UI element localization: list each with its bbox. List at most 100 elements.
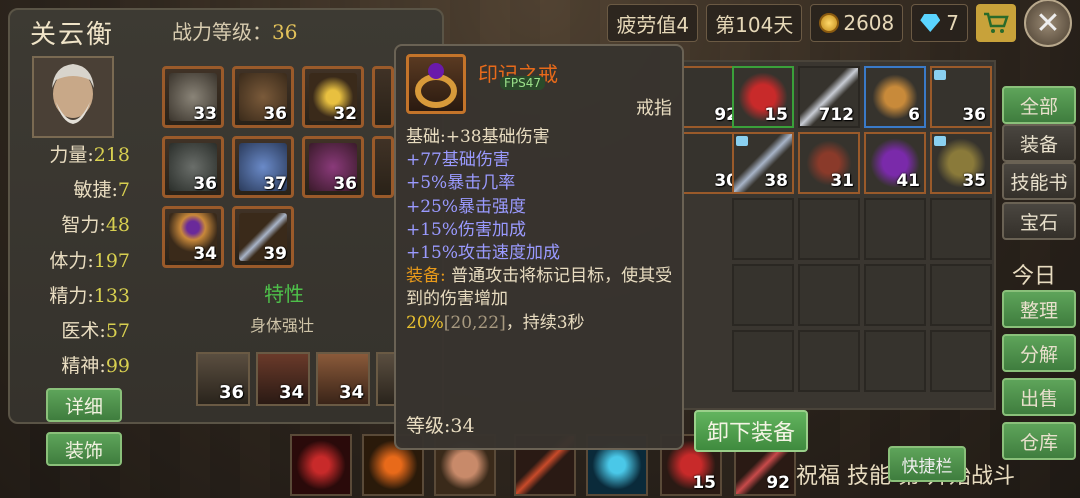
equip-slot-partial[interactable]: [372, 66, 394, 128]
item-tooltip: 印记之戒 FPS47 戒指 基础:+38基础伤害 +77基础伤害 +5%暴击几率…: [394, 44, 684, 450]
stat-name: 敏捷:: [73, 179, 118, 202]
equip-slot-amulet[interactable]: 32: [302, 66, 364, 128]
inventory-empty-slot[interactable]: [930, 264, 992, 326]
disassemble-button[interactable]: 分解: [1002, 334, 1076, 372]
unequip-button[interactable]: 卸下装备: [694, 410, 808, 452]
stat-name: 智力:: [61, 214, 106, 237]
attribute-line: +15%攻击速度加成: [406, 243, 561, 264]
stat-value: 99: [105, 355, 130, 378]
power-label: 战力等级：: [172, 20, 272, 44]
day-text: 第104天: [715, 12, 794, 37]
inventory-empty-slot[interactable]: [732, 264, 794, 326]
stat-value: 133: [93, 284, 130, 307]
item-level: 39: [263, 244, 287, 264]
tab-gems[interactable]: 宝石: [1002, 202, 1076, 240]
tab-all[interactable]: 全部: [1002, 86, 1076, 124]
equip-slot-helmet[interactable]: 33: [162, 66, 224, 128]
equip-duration: ，持续3秒: [505, 312, 585, 333]
stats-list: 力量: 218 敏捷: 7 智力: 48 体力: 197 精力: 133 医术: 57 精神…: [20, 138, 130, 384]
item-level: 32: [333, 104, 357, 124]
item-level: 36: [962, 105, 986, 125]
equip-slot-weapon[interactable]: 39: [232, 206, 294, 268]
stat-name: 精神:: [61, 355, 106, 378]
attribute-line: +25%暴击强度: [406, 196, 527, 217]
inventory-item-ring[interactable]: 6: [864, 66, 926, 128]
inventory-empty-slot[interactable]: [864, 264, 926, 326]
equip-effect-values: 20%[20,22]，持续3秒: [406, 312, 678, 335]
sort-button[interactable]: 整理: [1002, 290, 1076, 328]
detail-button[interactable]: 详细: [46, 388, 122, 422]
inventory-empty-slot[interactable]: [930, 198, 992, 260]
attribute-line: +77基础伤害: [406, 150, 510, 171]
lock-icon: [934, 70, 946, 80]
inventory-empty-slot[interactable]: [798, 330, 860, 392]
power-value: 36: [272, 20, 298, 44]
hero-avatar[interactable]: 36: [196, 352, 250, 406]
gold-display: 2608: [810, 4, 904, 42]
character-portrait[interactable]: [32, 56, 114, 138]
item-level-requirement: 等级:34: [406, 415, 475, 437]
inventory-item-blades[interactable]: 712: [798, 66, 860, 128]
inventory-item-orb[interactable]: 41: [864, 132, 926, 194]
decoration-button[interactable]: 装饰: [46, 432, 122, 466]
shop-button[interactable]: [976, 4, 1016, 42]
equip-slot-ring[interactable]: 34: [162, 206, 224, 268]
quick-bar-button[interactable]: 快捷栏: [888, 446, 966, 482]
tab-equipment[interactable]: 装备: [1002, 124, 1076, 162]
stat-value: 57: [105, 320, 130, 343]
inventory-item-sword[interactable]: 38: [732, 132, 794, 194]
stat-value: 48: [105, 214, 130, 237]
item-count: 92: [766, 473, 790, 493]
item-count: 15: [692, 473, 716, 493]
inventory-item-potion[interactable]: 15: [732, 66, 794, 128]
inventory-empty-slot[interactable]: [732, 198, 794, 260]
base-stat: 基础:+38基础伤害: [406, 127, 550, 147]
tab-skill-books[interactable]: 技能书: [1002, 162, 1076, 200]
hero-avatar-partial[interactable]: [376, 352, 396, 406]
inventory-empty-slot[interactable]: [864, 330, 926, 392]
inventory-item-sickle[interactable]: 36: [930, 66, 992, 128]
inventory-empty-slot[interactable]: [798, 264, 860, 326]
inventory-empty-slot[interactable]: [930, 330, 992, 392]
equip-slot-shield[interactable]: 36: [232, 66, 294, 128]
gold-amount: 2608: [843, 11, 895, 35]
equip-slot-boots[interactable]: 36: [302, 136, 364, 198]
ring-image: [415, 63, 457, 108]
hero-level: 34: [278, 382, 304, 403]
equip-slot-chest[interactable]: 37: [232, 136, 294, 198]
stat-value: 218: [93, 144, 130, 166]
character-name: 关云衡: [30, 20, 115, 50]
today-label: 今日: [1012, 264, 1057, 289]
item-level: 34: [193, 244, 217, 264]
item-stats: 基础:+38基础伤害 +77基础伤害 +5%暴击几率 +25%暴击强度 +15%…: [406, 126, 678, 335]
item-type: 戒指: [636, 98, 672, 119]
hero-avatar[interactable]: 34: [316, 352, 370, 406]
close-icon: ✕: [1035, 5, 1061, 41]
inventory-item-armor[interactable]: 35: [930, 132, 992, 194]
sell-button[interactable]: 出售: [1002, 378, 1076, 416]
equip-text: 普通攻击将标记目标，使其受到的伤害增加: [406, 266, 673, 310]
lock-icon: [736, 136, 748, 146]
stat-energy: 精力: 133: [20, 279, 130, 314]
equip-slot-partial-2[interactable]: [372, 136, 394, 198]
item-level: 6: [908, 105, 920, 125]
stat-value: 7: [117, 179, 130, 202]
close-button[interactable]: ✕: [1024, 0, 1072, 47]
stat-intelligence: 智力: 48: [20, 208, 130, 243]
hero-level: 36: [218, 382, 244, 403]
skill-icon-blood[interactable]: [290, 434, 352, 496]
inventory-item-whip[interactable]: 31: [798, 132, 860, 194]
equip-slot-armor[interactable]: 36: [162, 136, 224, 198]
equip-percent: 20%: [406, 312, 444, 333]
day-display: 第104天: [706, 4, 803, 42]
inventory-empty-slot[interactable]: [798, 198, 860, 260]
inventory-empty-slot[interactable]: [864, 198, 926, 260]
hero-avatar[interactable]: 34: [256, 352, 310, 406]
trait-title: 特性: [264, 282, 304, 306]
gold-coin-icon: [819, 13, 840, 33]
equip-effect: 装备: 普通攻击将标记目标，使其受到的伤害增加: [406, 265, 678, 311]
warehouse-button[interactable]: 仓库: [1002, 422, 1076, 460]
inventory-empty-slot[interactable]: [732, 330, 794, 392]
item-level: 37: [263, 174, 287, 194]
attribute-line: +5%暴击几率: [406, 173, 516, 194]
